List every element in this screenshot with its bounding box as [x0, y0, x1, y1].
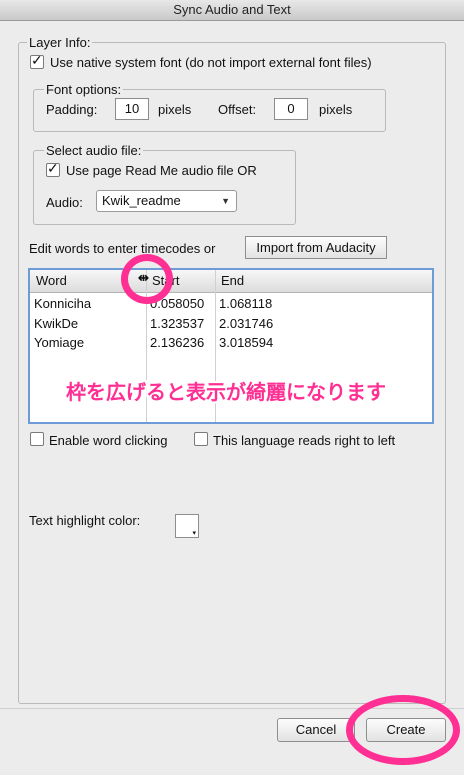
- padding-label: Padding:: [46, 102, 98, 117]
- native-font-checkbox[interactable]: [30, 52, 44, 69]
- rtl-checkbox[interactable]: [194, 432, 208, 446]
- timecodes-prompt: Edit words to enter timecodes or: [29, 241, 216, 256]
- audio-label: Audio:: [46, 195, 83, 210]
- offset-input[interactable]: 0: [274, 98, 308, 120]
- annotation-text: 枠を広げると表示が綺麗になります: [66, 380, 386, 404]
- offset-label: Offset:: [218, 102, 257, 117]
- use-page-audio-label: Use page Read Me audio file OR: [66, 163, 257, 178]
- audio-file-label: Select audio file:: [44, 143, 144, 158]
- offset-unit: pixels: [319, 102, 353, 117]
- column-header-end[interactable]: End: [215, 270, 421, 292]
- cancel-button[interactable]: Cancel: [277, 718, 355, 742]
- audio-file-group: [33, 150, 296, 225]
- layer-info-label: Layer Info:: [27, 35, 93, 50]
- rtl-label: This language reads right to left: [213, 433, 396, 448]
- sync-audio-dialog: Sync Audio and Text Layer Info: Use nati…: [0, 0, 464, 775]
- word-clicking-checkbox[interactable]: [30, 432, 44, 446]
- swatch-dropdown-icon: ▾: [192, 530, 196, 537]
- highlight-color-swatch[interactable]: ▾: [175, 514, 199, 538]
- table-cell[interactable]: 2.136236: [150, 335, 204, 350]
- word-clicking-label: Enable word clicking: [49, 433, 168, 448]
- table-cell[interactable]: 3.018594: [219, 335, 273, 350]
- table-cell[interactable]: KwikDe: [34, 316, 78, 331]
- table-header: Word Start End: [30, 270, 432, 293]
- audio-select[interactable]: Kwik_readme ▼: [96, 190, 237, 212]
- highlight-color-label: Text highlight color:: [29, 513, 141, 528]
- window-title: Sync Audio and Text: [0, 0, 464, 21]
- table-cell[interactable]: 1.068118: [219, 296, 272, 311]
- font-options-label: Font options:: [44, 82, 124, 97]
- table-cell[interactable]: 2.031746: [219, 316, 273, 331]
- use-page-audio-checkbox[interactable]: [46, 160, 60, 177]
- padding-unit: pixels: [158, 102, 192, 117]
- padding-input[interactable]: 10: [115, 98, 149, 120]
- resize-cursor-icon: ⇹: [138, 270, 149, 285]
- table-cell[interactable]: Yomiage: [34, 335, 84, 350]
- highlight-ring: [346, 695, 460, 765]
- audio-select-value: Kwik_readme: [102, 193, 181, 208]
- table-cell[interactable]: 1.323537: [150, 316, 204, 331]
- import-audacity-button[interactable]: Import from Audacity: [245, 236, 387, 259]
- dropdown-arrow-icon: ▼: [221, 196, 230, 206]
- table-cell[interactable]: Konniciha: [34, 296, 91, 311]
- native-font-label: Use native system font (do not import ex…: [50, 55, 372, 70]
